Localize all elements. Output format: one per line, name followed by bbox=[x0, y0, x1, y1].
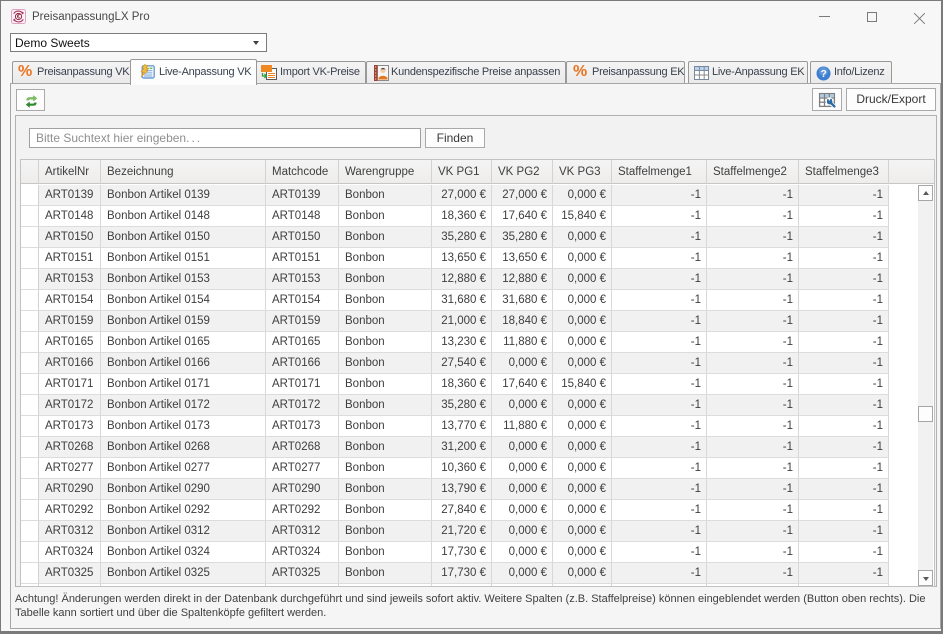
svg-text:?: ? bbox=[821, 69, 827, 80]
